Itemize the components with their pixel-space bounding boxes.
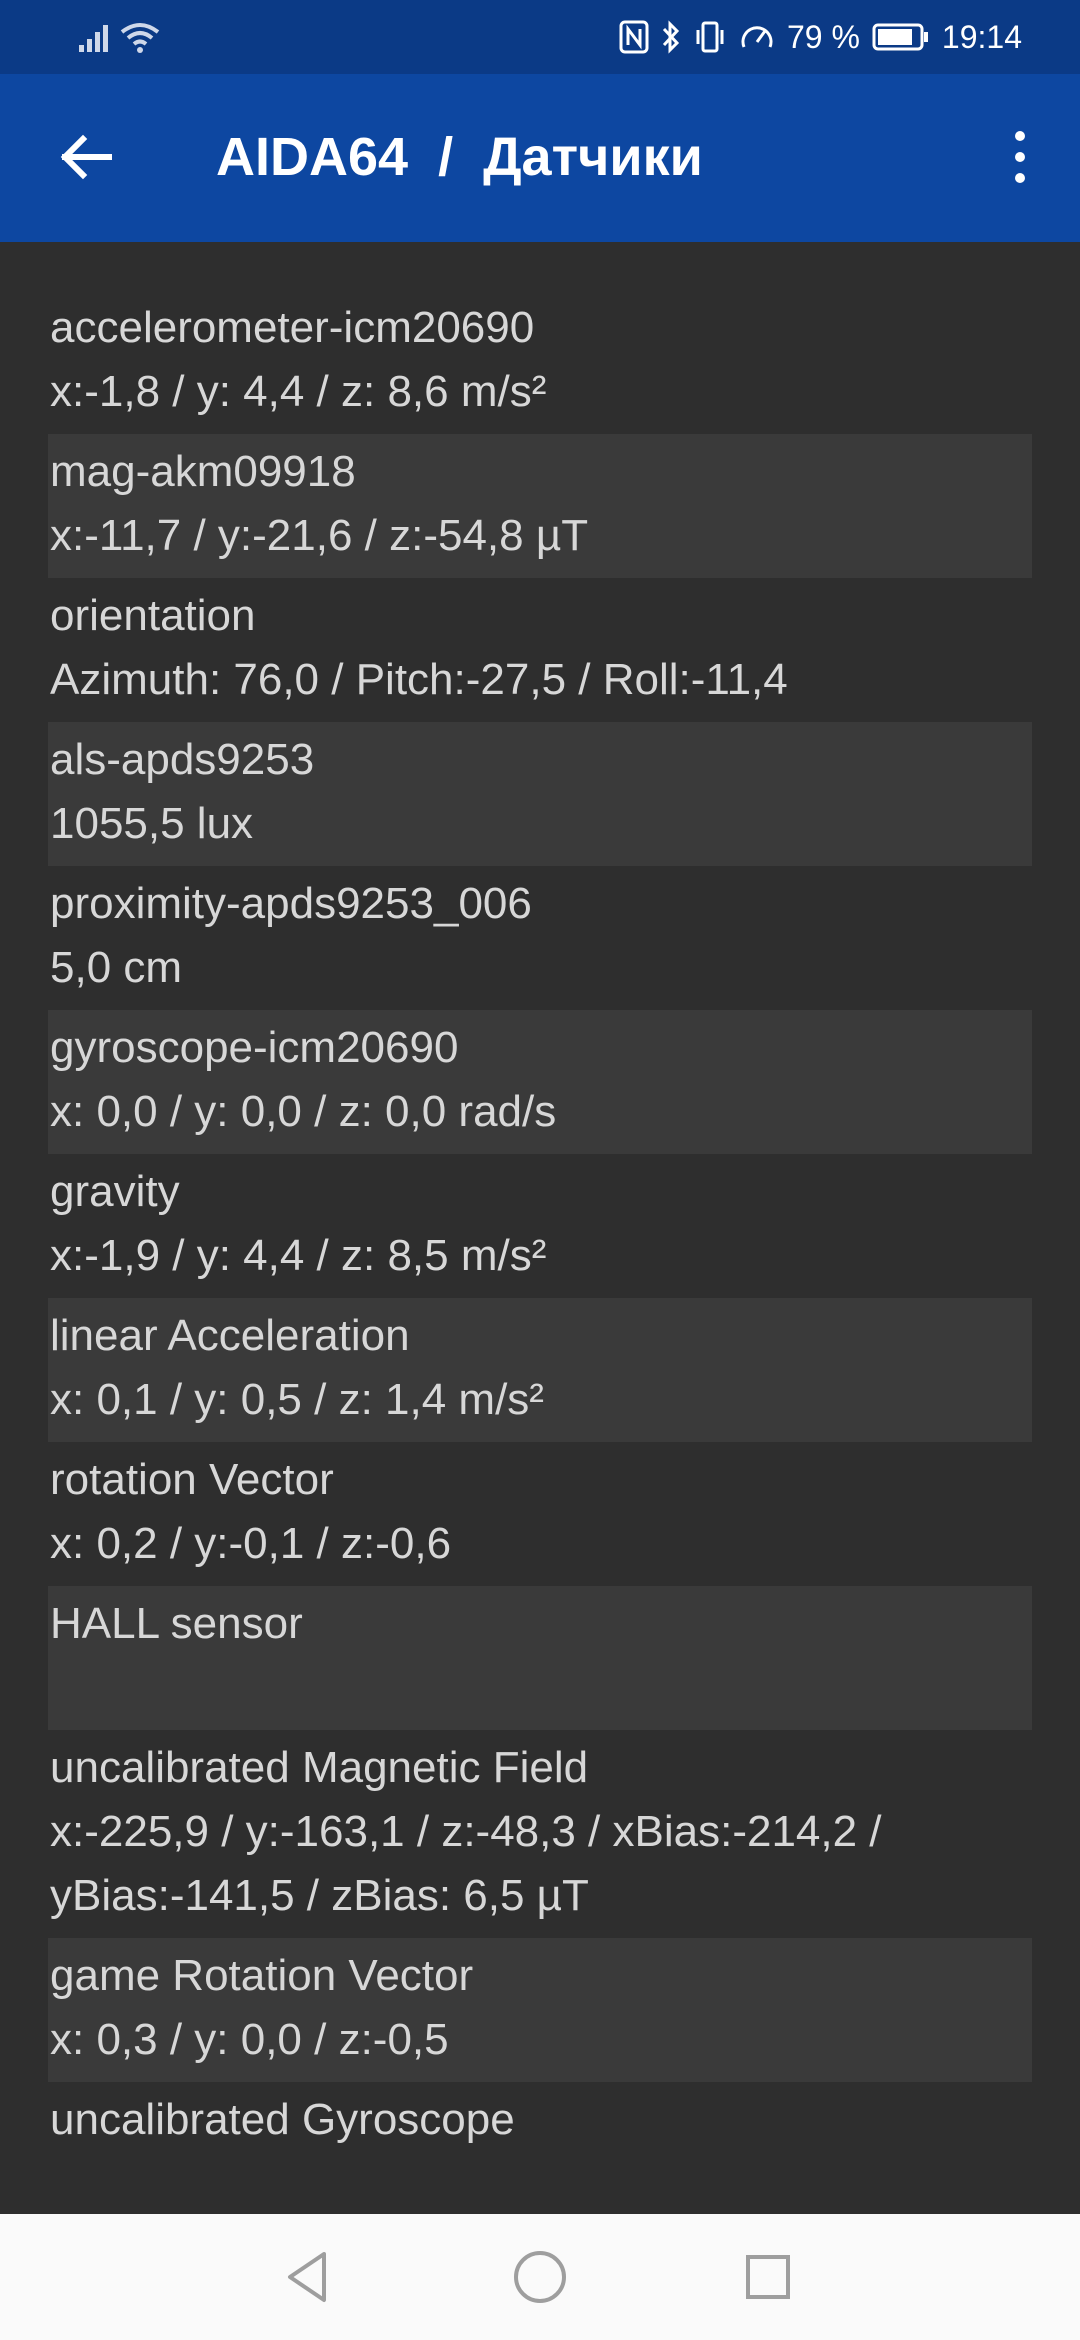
sensor-row[interactable]: accelerometer-icm20690 x:-1,8 / y: 4,4 /… — [48, 290, 1032, 434]
nav-recents-icon — [743, 2252, 793, 2307]
more-vert-icon — [1012, 130, 1028, 189]
sensor-list[interactable]: accelerometer-icm20690 x:-1,8 / y: 4,4 /… — [0, 290, 1080, 2160]
sensor-name: uncalibrated Gyroscope — [50, 2095, 515, 2144]
status-time: 19:14 — [941, 18, 1022, 55]
sensor-value: x:-11,7 / y:-21,6 / z:-54,8 µT — [50, 511, 589, 560]
signal-icon — [78, 23, 112, 53]
sensor-name: rotation Vector — [50, 1455, 334, 1504]
sensor-value: x:-225,9 / y:-163,1 / z:-48,3 / xBias:-2… — [50, 1807, 894, 1920]
arrow-back-icon — [57, 132, 113, 187]
sensor-row[interactable]: gravity x:-1,9 / y: 4,4 / z: 8,5 m/s² — [48, 1154, 1032, 1298]
sensor-value: x:-1,8 / y: 4,4 / z: 8,6 m/s² — [50, 367, 547, 416]
vibrate-icon — [693, 20, 727, 54]
back-button[interactable] — [30, 114, 140, 204]
sensor-row[interactable]: als-apds9253 1055,5 lux — [48, 722, 1032, 866]
navigation-bar — [0, 2214, 1080, 2340]
sensor-row[interactable]: orientation Azimuth: 76,0 / Pitch:-27,5 … — [48, 578, 1032, 722]
sensor-value: x: 0,2 / y:-0,1 / z:-0,6 — [50, 1519, 452, 1568]
sensor-name: gyroscope-icm20690 — [50, 1023, 459, 1072]
sensor-name: uncalibrated Magnetic Field — [50, 1743, 589, 1792]
nav-back-button[interactable] — [258, 2242, 358, 2316]
wifi-icon — [120, 22, 160, 54]
sensor-value: x: 0,3 / y: 0,0 / z:-0,5 — [50, 2015, 449, 2064]
status-right-icons: 79 % 19:14 — [619, 14, 1022, 60]
status-bar: 79 % 19:14 — [0, 0, 1080, 74]
battery-percent: 79 % — [786, 18, 860, 55]
battery-icon — [872, 23, 930, 51]
sensor-name: gravity — [50, 1167, 180, 1216]
sensor-row[interactable]: proximity-apds9253_006 5,0 cm — [48, 866, 1032, 1010]
sensor-name: accelerometer-icm20690 — [50, 303, 535, 352]
sensor-row[interactable]: uncalibrated Gyroscope x: 0,0 / y: 0,0 /… — [48, 2082, 1032, 2160]
sensor-value: x:-1,9 / y: 4,4 / z: 8,5 m/s² — [50, 1231, 547, 1280]
overflow-menu-button[interactable] — [980, 114, 1060, 204]
sensor-value: x: 0,0 / y: 0,0 / z: 0,0 / xDrift: 0,0 /… — [50, 2152, 1032, 2160]
sensor-value — [50, 1656, 1032, 1720]
nav-home-button[interactable] — [490, 2242, 590, 2316]
sensor-value: x: 0,0 / y: 0,0 / z: 0,0 rad/s — [50, 1087, 557, 1136]
nfc-icon — [619, 20, 649, 54]
nav-recents-button[interactable] — [718, 2242, 818, 2316]
sensor-name: mag-akm09918 — [50, 447, 356, 496]
sensor-value: 5,0 cm — [50, 943, 183, 992]
sensor-name: orientation — [50, 591, 256, 640]
sensor-value: Azimuth: 76,0 / Pitch:-27,5 / Roll:-11,4 — [50, 655, 788, 704]
sensor-name: HALL sensor — [50, 1599, 303, 1648]
sensor-row[interactable]: game Rotation Vector x: 0,3 / y: 0,0 / z… — [48, 1938, 1032, 2082]
nav-home-icon — [512, 2249, 568, 2310]
page-title: AIDA64 / Датчики — [216, 127, 703, 187]
sensor-row[interactable]: HALL sensor — [48, 1586, 1032, 1730]
nav-back-icon — [284, 2250, 332, 2309]
status-left-icons — [78, 16, 160, 60]
sensor-row[interactable]: linear Acceleration x: 0,1 / y: 0,5 / z:… — [48, 1298, 1032, 1442]
sensor-value: x: 0,1 / y: 0,5 / z: 1,4 m/s² — [50, 1375, 544, 1424]
app-bar: AIDA64 / Датчики — [0, 74, 1080, 242]
sensor-row[interactable]: uncalibrated Magnetic Field x:-225,9 / y… — [48, 1730, 1032, 1938]
speed-icon — [739, 20, 775, 54]
sensor-name: proximity-apds9253_006 — [50, 879, 532, 928]
sensor-row[interactable]: mag-akm09918 x:-11,7 / y:-21,6 / z:-54,8… — [48, 434, 1032, 578]
sensor-name: linear Acceleration — [50, 1311, 410, 1360]
sensor-name: game Rotation Vector — [50, 1951, 474, 2000]
sensor-row[interactable]: rotation Vector x: 0,2 / y:-0,1 / z:-0,6 — [48, 1442, 1032, 1586]
sensor-name: als-apds9253 — [50, 735, 315, 784]
sensor-value: 1055,5 lux — [50, 799, 254, 848]
sensor-row[interactable]: gyroscope-icm20690 x: 0,0 / y: 0,0 / z: … — [48, 1010, 1032, 1154]
bluetooth-icon — [661, 20, 681, 54]
